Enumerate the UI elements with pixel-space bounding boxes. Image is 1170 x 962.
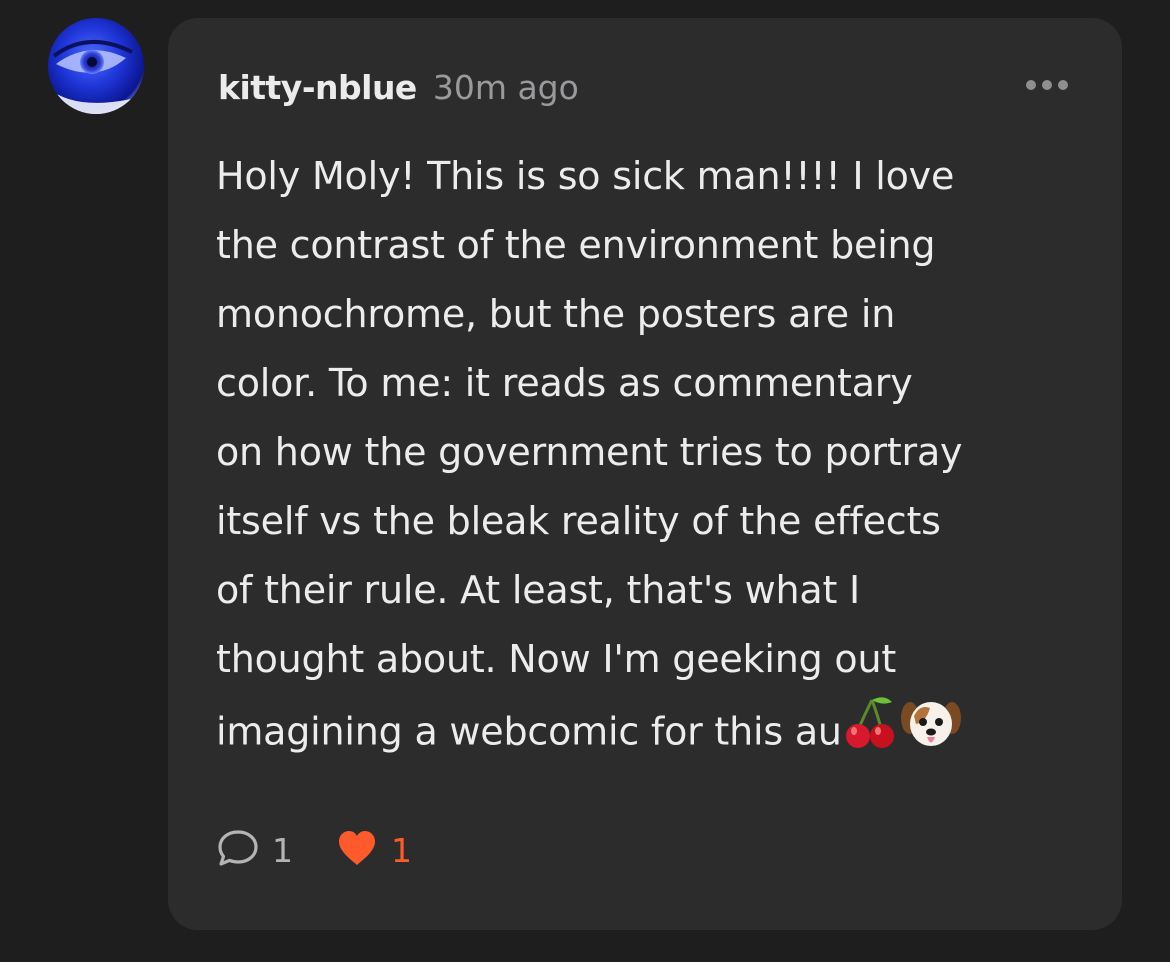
comment-timestamp: 30m ago (432, 68, 579, 107)
comment-body-line: imagining a webcomic for this au (216, 709, 842, 754)
comment-actions: 1 1 (216, 828, 412, 872)
comment-body-line: monochrome, but the posters are in (216, 292, 896, 336)
comment-body: Holy Moly! This is so sick man!!!! I lov… (216, 142, 1096, 774)
comment-body-line: on how the government tries to portray (216, 430, 963, 474)
reply-button[interactable]: 1 (216, 828, 293, 872)
reply-count: 1 (272, 830, 293, 870)
comment-card: kitty-nblue 30m ago Holy Moly! This is s… (168, 18, 1122, 930)
comment-body-line: thought about. Now I'm geeking out (216, 637, 897, 681)
like-button[interactable]: 1 (335, 828, 412, 872)
comment-body-line: Holy Moly! This is so sick man!!!! I lov… (216, 154, 955, 198)
comment-username[interactable]: kitty-nblue (218, 68, 417, 107)
comment-bubble-icon (216, 828, 260, 872)
dog-face-icon (900, 694, 962, 774)
comment-header: kitty-nblue 30m ago (218, 68, 579, 107)
comment-body-line: the contrast of the environment being (216, 223, 936, 267)
avatar-image (48, 18, 144, 114)
avatar[interactable] (48, 18, 144, 114)
cherries-icon (842, 694, 900, 774)
comment-body-line: itself vs the bleak reality of the effec… (216, 499, 941, 543)
more-options-icon[interactable] (1026, 80, 1068, 90)
comment-body-line: color. To me: it reads as commentary (216, 361, 913, 405)
comment-body-line: of their rule. At least, that's what I (216, 568, 861, 612)
heart-icon (335, 828, 379, 872)
comment-body-last-line: imagining a webcomic for this au (216, 694, 1096, 774)
like-count: 1 (391, 830, 412, 870)
